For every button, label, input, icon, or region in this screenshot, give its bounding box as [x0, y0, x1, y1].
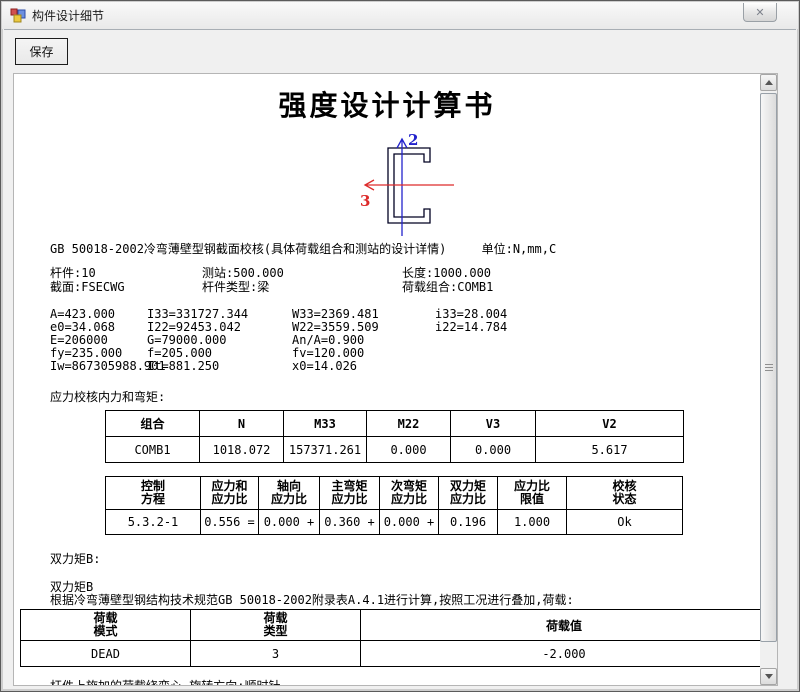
col-header: 轴向 应力比	[259, 477, 320, 510]
window-body: 保存 强度设计计算书 2 3 GB 50018-2002冷弯薄壁型钢截面校核(具…	[4, 29, 796, 688]
cell-load-pattern: DEAD	[21, 641, 191, 667]
col-header: N	[200, 411, 284, 437]
title-bar: 构件设计细节 ✕	[2, 2, 798, 29]
col-header: M22	[367, 411, 451, 437]
prop-value: i22=14.784	[435, 321, 507, 334]
member-type: 杆件类型:梁	[202, 280, 402, 294]
cell-load-type: 3	[191, 641, 361, 667]
thumb-grip-icon	[765, 364, 773, 371]
cell-axial-ratio: 0.000 +	[259, 510, 320, 535]
col-header: 主弯矩 应力比	[320, 477, 380, 510]
prop-value: x0=14.026	[292, 360, 435, 373]
units-label: 单位:N,mm,C	[482, 242, 557, 256]
cell-m33: 157371.261	[284, 437, 367, 463]
col-header: M33	[284, 411, 367, 437]
cell-load-value: -2.000	[361, 641, 761, 667]
window-title: 构件设计细节	[32, 7, 104, 24]
report-content: 强度设计计算书 2 3 GB 50018-2002冷弯薄壁型钢截面校核(具体荷载…	[14, 74, 760, 685]
vertical-scrollbar[interactable]	[760, 74, 777, 685]
col-header: 应力比 限值	[498, 477, 567, 510]
prop-value	[435, 347, 507, 360]
stress-ratio-table: 控制 方程 应力和 应力比 轴向 应力比 主弯矩 应力比 次弯矩 应力比 双力矩…	[105, 476, 683, 535]
prop-value	[435, 360, 507, 373]
load-combo: 荷载组合:COMB1	[402, 280, 493, 294]
col-header: 应力和 应力比	[201, 477, 259, 510]
col-header: V3	[451, 411, 536, 437]
ratio-header-row: 控制 方程 应力和 应力比 轴向 应力比 主弯矩 应力比 次弯矩 应力比 双力矩…	[106, 477, 683, 510]
col-header: 荷载 类型	[191, 610, 361, 641]
close-button[interactable]: ✕	[743, 3, 777, 22]
cell-n: 1018.072	[200, 437, 284, 463]
section-diagram: 2 3	[302, 124, 522, 242]
cell-bimoment-ratio: 0.196	[439, 510, 498, 535]
scroll-up-button[interactable]	[760, 74, 777, 91]
col-header: 校核 状态	[567, 477, 683, 510]
scrollbar-thumb[interactable]	[760, 93, 777, 642]
cell-combo: COMB1	[106, 437, 200, 463]
table-row: COMB1 1018.072 157371.261 0.000 0.000 5.…	[106, 437, 684, 463]
cell-total-ratio: 0.556 =	[201, 510, 259, 535]
bimoment-label: 双力矩B:	[50, 550, 100, 567]
axis-3-label: 3	[360, 192, 370, 210]
save-button-label: 保存	[29, 43, 53, 60]
section-name: 截面:FSECWG	[50, 280, 202, 294]
report-panel: 强度设计计算书 2 3 GB 50018-2002冷弯薄壁型钢截面校核(具体荷载…	[13, 73, 778, 686]
footer-note: 杆件上施加的荷载绕弯心,旋转方向:顺时针	[50, 677, 280, 685]
col-header: 控制 方程	[106, 477, 201, 510]
axis-2-label: 2	[408, 131, 418, 149]
forces-header-row: 组合 N M33 M22 V3 V2	[106, 411, 684, 437]
cell-check-status: Ok	[567, 510, 683, 535]
cell-minor-ratio: 0.000 +	[380, 510, 439, 535]
bimoment-note: 根据冷弯薄壁型钢结构技术规范GB 50018-2002附录表A.4.1进行计算,…	[50, 591, 574, 608]
prop-value	[435, 334, 507, 347]
table-row: DEAD 3 -2.000	[21, 641, 761, 667]
report-title: 强度设计计算书	[14, 84, 760, 124]
prop-value: It=881.250	[147, 360, 292, 373]
member-info: 杆件:10 测站:500.000 长度:1000.000 截面:FSECWG 杆…	[50, 266, 493, 294]
cell-v2: 5.617	[536, 437, 684, 463]
component-detail-window: 构件设计细节 ✕ 保存 强度设计计算书 2 3	[0, 0, 800, 692]
code-check-text: GB 50018-2002冷弯薄壁型钢截面校核(具体荷载组合和测站的设计详情)	[50, 242, 446, 256]
load-header-row: 荷载 模式 荷载 类型 荷载值	[21, 610, 761, 641]
station: 测站:500.000	[202, 266, 402, 280]
cell-major-ratio: 0.360 +	[320, 510, 380, 535]
col-header: 荷载值	[361, 610, 761, 641]
scroll-down-button[interactable]	[760, 668, 777, 685]
save-button[interactable]: 保存	[15, 38, 68, 65]
col-header: 双力矩 应力比	[439, 477, 498, 510]
code-check-line: GB 50018-2002冷弯薄壁型钢截面校核(具体荷载组合和测站的设计详情) …	[50, 240, 556, 257]
close-icon: ✕	[755, 6, 764, 19]
app-form-icon	[10, 8, 26, 24]
forces-table: 组合 N M33 M22 V3 V2 COMB1 1018.072 157371…	[105, 410, 684, 463]
cell-m22: 0.000	[367, 437, 451, 463]
cell-equation: 5.3.2-1	[106, 510, 201, 535]
col-header: V2	[536, 411, 684, 437]
length: 长度:1000.000	[402, 266, 493, 280]
col-header: 次弯矩 应力比	[380, 477, 439, 510]
forces-section-label: 应力校核内力和弯矩:	[50, 388, 165, 405]
prop-value: Iw=867305988.901	[50, 360, 147, 373]
cell-v3: 0.000	[451, 437, 536, 463]
cell-ratio-limit: 1.000	[498, 510, 567, 535]
member-id: 杆件:10	[50, 266, 202, 280]
col-header: 组合	[106, 411, 200, 437]
arrow-up-icon	[765, 80, 773, 85]
table-row: 5.3.2-1 0.556 = 0.000 + 0.360 + 0.000 + …	[106, 510, 683, 535]
load-table: 荷载 模式 荷载 类型 荷载值 DEAD 3 -2.000	[20, 609, 760, 667]
section-properties: A=423.000 I33=331727.344 W33=2369.481 i3…	[50, 308, 507, 373]
col-header: 荷载 模式	[21, 610, 191, 641]
arrow-down-icon	[765, 674, 773, 679]
